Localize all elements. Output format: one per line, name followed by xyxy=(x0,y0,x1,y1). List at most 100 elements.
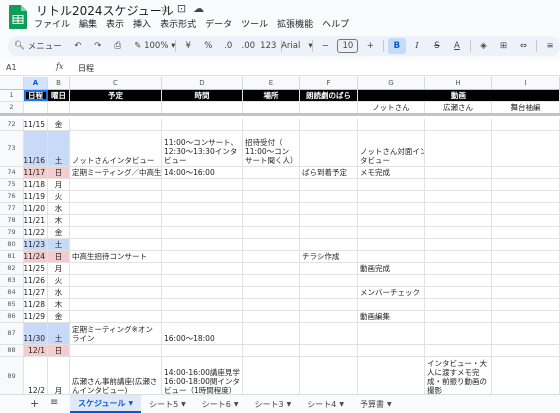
time-cell[interactable] xyxy=(162,227,243,238)
sheet-tab-5[interactable]: シート5 ▼ xyxy=(141,395,194,413)
time-cell[interactable] xyxy=(162,179,243,190)
place-cell[interactable] xyxy=(243,311,300,322)
hirose-cell[interactable] xyxy=(425,251,492,262)
rose-cell[interactable] xyxy=(300,179,358,190)
horizontal-align-icon[interactable]: ≡ xyxy=(541,38,559,54)
knott-cell[interactable] xyxy=(358,203,425,214)
weekday-cell[interactable]: 土 xyxy=(48,131,70,166)
date-cell[interactable]: 11/28 xyxy=(24,299,48,310)
cell[interactable] xyxy=(48,102,70,113)
plan-cell[interactable] xyxy=(70,275,162,286)
date-cell[interactable]: 11/19 xyxy=(24,191,48,202)
currency-button[interactable]: ¥ xyxy=(179,38,197,54)
row-number[interactable]: 86 xyxy=(0,311,24,322)
menu-file[interactable]: ファイル xyxy=(34,17,70,30)
star-icon[interactable]: ☆ xyxy=(160,2,170,15)
plan-cell[interactable]: 定期ミーティング※オン ライン xyxy=(70,323,162,344)
all-sheets-icon[interactable]: ≡ xyxy=(50,397,58,408)
plan-cell[interactable] xyxy=(70,287,162,298)
backstage-cell[interactable] xyxy=(492,203,560,214)
menu-edit[interactable]: 編集 xyxy=(79,17,97,30)
print-icon[interactable]: ⎙ xyxy=(109,38,127,54)
plan-cell[interactable] xyxy=(70,203,162,214)
sheet-tab-budget[interactable]: 予算書 ▼ xyxy=(352,395,400,413)
time-cell[interactable] xyxy=(162,345,243,356)
row-number[interactable]: 73 xyxy=(0,131,24,166)
plan-cell[interactable] xyxy=(70,239,162,250)
cell[interactable] xyxy=(24,102,48,113)
knott-cell[interactable]: メモ完成 xyxy=(358,167,425,178)
plan-cell[interactable] xyxy=(70,299,162,310)
knott-cell[interactable]: 動画完成 xyxy=(358,263,425,274)
select-all-corner[interactable] xyxy=(0,77,24,89)
place-cell[interactable] xyxy=(243,179,300,190)
place-cell[interactable] xyxy=(243,203,300,214)
column-header-b[interactable]: B xyxy=(48,77,70,89)
date-cell[interactable]: 11/25 xyxy=(24,263,48,274)
sheets-logo-icon[interactable] xyxy=(8,4,28,30)
place-cell[interactable] xyxy=(243,227,300,238)
time-cell[interactable] xyxy=(162,263,243,274)
backstage-cell[interactable] xyxy=(492,239,560,250)
date-cell[interactable]: 11/18 xyxy=(24,179,48,190)
hirose-cell[interactable] xyxy=(425,167,492,178)
backstage-cell[interactable] xyxy=(492,191,560,202)
knott-cell[interactable] xyxy=(358,357,425,394)
time-cell[interactable] xyxy=(162,299,243,310)
hirose-cell[interactable] xyxy=(425,275,492,286)
weekday-cell[interactable]: 月 xyxy=(48,357,70,394)
weekday-cell[interactable]: 月 xyxy=(48,263,70,274)
menu-format[interactable]: 表示形式 xyxy=(160,17,196,30)
knott-cell[interactable] xyxy=(358,251,425,262)
hirose-cell[interactable] xyxy=(425,131,492,166)
place-cell[interactable] xyxy=(243,191,300,202)
knott-cell[interactable] xyxy=(358,215,425,226)
weekday-cell[interactable]: 木 xyxy=(48,215,70,226)
place-cell[interactable] xyxy=(243,251,300,262)
knott-cell[interactable]: メンバーチェック xyxy=(358,287,425,298)
text-color-button[interactable]: A xyxy=(448,38,466,54)
menu-search[interactable]: 🔍︎ メニュー xyxy=(8,40,68,52)
subheader-cell-hirose[interactable]: 広瀬さん xyxy=(425,102,492,113)
knott-cell[interactable] xyxy=(358,119,425,130)
weekday-cell[interactable]: 月 xyxy=(48,179,70,190)
header-cell-rose[interactable]: 朗読劇のばら xyxy=(300,90,358,101)
rose-cell[interactable]: ばら到着予定 xyxy=(300,167,358,178)
date-cell[interactable]: 11/20 xyxy=(24,203,48,214)
menu-tools[interactable]: ツール xyxy=(241,17,268,30)
place-cell[interactable] xyxy=(243,275,300,286)
time-cell[interactable] xyxy=(162,239,243,250)
date-cell[interactable]: 11/24 xyxy=(24,251,48,262)
weekday-cell[interactable]: 日 xyxy=(48,167,70,178)
plan-cell[interactable]: 広瀬さん事前講座(広瀬さ んインタビュー) xyxy=(70,357,162,394)
knott-cell[interactable]: ノットさん対面イン タビュー xyxy=(358,131,425,166)
italic-button[interactable]: I xyxy=(408,38,426,54)
row-number[interactable]: 78 xyxy=(0,215,24,226)
rose-cell[interactable] xyxy=(300,203,358,214)
hirose-cell[interactable] xyxy=(425,203,492,214)
row-number[interactable]: 1 xyxy=(0,90,24,101)
rose-cell[interactable] xyxy=(300,275,358,286)
font-size-decrease-button[interactable]: − xyxy=(316,38,334,54)
rose-cell[interactable] xyxy=(300,311,358,322)
place-cell[interactable] xyxy=(243,167,300,178)
time-cell[interactable]: 16:00～18:00 xyxy=(162,323,243,344)
percent-button[interactable]: % xyxy=(199,38,217,54)
menu-view[interactable]: 表示 xyxy=(106,17,124,30)
weekday-cell[interactable]: 木 xyxy=(48,299,70,310)
backstage-cell[interactable] xyxy=(492,119,560,130)
place-cell[interactable] xyxy=(243,263,300,274)
plan-cell[interactable]: 定期ミーティング／中高生 xyxy=(70,167,162,178)
header-cell-time[interactable]: 時間 xyxy=(162,90,243,101)
weekday-cell[interactable]: 日 xyxy=(48,345,70,356)
column-header-g[interactable]: G xyxy=(358,77,425,89)
place-cell[interactable] xyxy=(243,345,300,356)
place-cell[interactable] xyxy=(243,287,300,298)
plan-cell[interactable]: 中高生招待コンサート xyxy=(70,251,162,262)
backstage-cell[interactable] xyxy=(492,311,560,322)
sheet-tab-4[interactable]: シート4 ▼ xyxy=(299,395,352,413)
place-cell[interactable] xyxy=(243,323,300,344)
weekday-cell[interactable]: 金 xyxy=(48,119,70,130)
cloud-status-icon[interactable]: ☁ xyxy=(193,2,204,15)
hirose-cell[interactable] xyxy=(425,119,492,130)
